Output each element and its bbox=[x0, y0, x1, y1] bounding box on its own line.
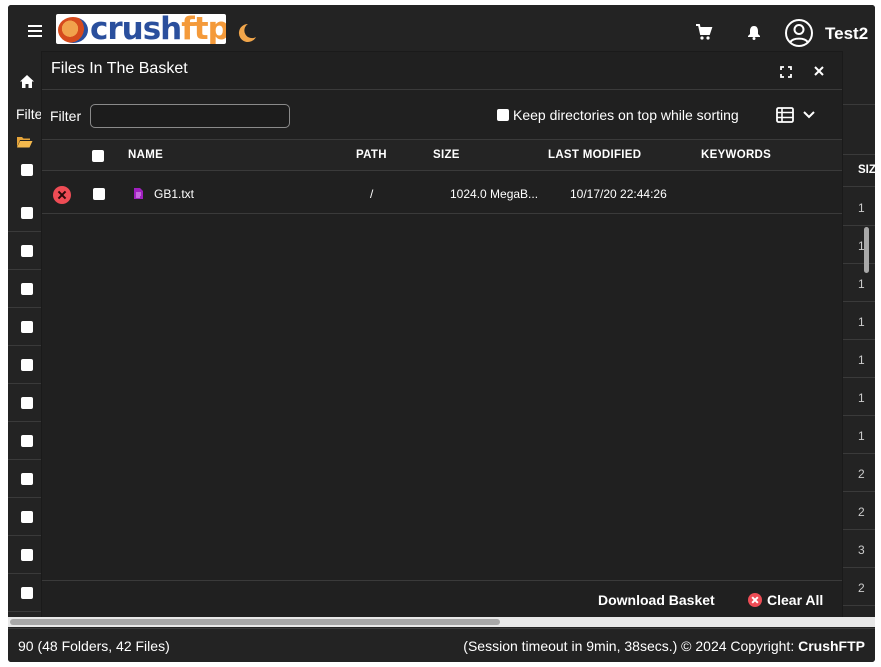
background-size-cell: 2 bbox=[842, 454, 875, 492]
filter-input[interactable] bbox=[90, 104, 290, 128]
vertical-scrollbar-thumb[interactable] bbox=[864, 227, 869, 273]
table-header: NAME PATH SIZE LAST MODIFIED KEYWORDS bbox=[42, 139, 842, 171]
column-name[interactable]: NAME bbox=[128, 149, 163, 161]
background-size-cell: 1 bbox=[842, 416, 875, 454]
background-row bbox=[8, 422, 42, 460]
menu-icon[interactable] bbox=[28, 25, 42, 39]
background-size-cell: 2 bbox=[842, 492, 875, 530]
background-size-cell: 1 bbox=[842, 188, 875, 226]
user-circle-icon[interactable] bbox=[784, 18, 814, 48]
background-row bbox=[8, 536, 42, 574]
background-row bbox=[8, 346, 42, 384]
background-size-header[interactable]: SIZ bbox=[842, 155, 875, 187]
horizontal-scrollbar-thumb[interactable] bbox=[10, 619, 500, 625]
row-checkbox[interactable] bbox=[21, 435, 33, 447]
row-checkbox[interactable] bbox=[21, 207, 33, 219]
view-toggle[interactable] bbox=[776, 107, 820, 128]
row-checkbox[interactable] bbox=[21, 549, 33, 561]
background-size-cell: 2 bbox=[842, 568, 875, 606]
clear-all-label: Clear All bbox=[767, 592, 824, 608]
file-last-modified: 10/17/20 22:44:26 bbox=[570, 187, 667, 201]
bell-icon[interactable] bbox=[747, 25, 761, 40]
table-row[interactable]: GB1.txt / 1024.0 MegaB... 10/17/20 22:44… bbox=[42, 174, 842, 214]
file-name[interactable]: GB1.txt bbox=[154, 187, 194, 201]
logo-fist-icon bbox=[58, 17, 88, 43]
modal-footer: Download Basket Clear All bbox=[42, 580, 842, 620]
file-path: / bbox=[370, 187, 374, 201]
row-checkbox[interactable] bbox=[21, 511, 33, 523]
background-toolbar-edge bbox=[842, 61, 875, 105]
background-size-cell: 1 bbox=[842, 264, 875, 302]
remove-icon[interactable] bbox=[53, 186, 71, 204]
background-size-cell: 1 bbox=[842, 302, 875, 340]
filter-label: Filter bbox=[50, 108, 82, 124]
status-bar: 90 (48 Folders, 42 Files) (Session timeo… bbox=[8, 628, 875, 662]
background-size-cell: 3 bbox=[842, 530, 875, 568]
expand-icon[interactable] bbox=[780, 66, 792, 78]
session-info: (Session timeout in 9min, 38secs.) © 202… bbox=[463, 638, 865, 654]
row-checkbox[interactable] bbox=[93, 188, 105, 200]
keep-directories-label[interactable]: Keep directories on top while sorting bbox=[513, 107, 739, 123]
background-row bbox=[8, 498, 42, 536]
row-checkbox[interactable] bbox=[21, 473, 33, 485]
background-size-cell: 1 bbox=[842, 226, 875, 264]
copyright-brand[interactable]: CrushFTP bbox=[798, 638, 865, 654]
background-row bbox=[8, 232, 42, 270]
file-icon bbox=[134, 188, 143, 199]
select-all-checkbox[interactable] bbox=[92, 150, 104, 162]
background-row bbox=[8, 574, 42, 612]
background-size-cell: 1 bbox=[842, 378, 875, 416]
keep-directories-checkbox[interactable] bbox=[497, 109, 509, 121]
background-filter-label: Filte bbox=[16, 106, 43, 122]
close-icon[interactable] bbox=[814, 66, 824, 76]
background-row bbox=[8, 308, 42, 346]
clear-all-button[interactable]: Clear All bbox=[748, 592, 823, 608]
row-checkbox[interactable] bbox=[21, 321, 33, 333]
folder-icon[interactable] bbox=[16, 135, 33, 148]
home-icon[interactable] bbox=[19, 74, 35, 89]
row-checkbox[interactable] bbox=[21, 283, 33, 295]
background-row bbox=[8, 194, 42, 232]
modal-header: Files In The Basket bbox=[42, 52, 842, 90]
column-size[interactable]: SIZE bbox=[433, 149, 460, 161]
table-view-icon bbox=[776, 107, 815, 123]
background-row bbox=[8, 384, 42, 422]
modal-title: Files In The Basket bbox=[51, 60, 188, 77]
clear-icon bbox=[748, 593, 762, 607]
user-name[interactable]: Test2 bbox=[825, 24, 868, 44]
item-count: 90 (48 Folders, 42 Files) bbox=[18, 638, 170, 654]
row-checkbox[interactable] bbox=[21, 397, 33, 409]
download-basket-button[interactable]: Download Basket bbox=[598, 592, 715, 608]
moon-icon[interactable] bbox=[236, 22, 258, 44]
basket-modal: Files In The Basket Filter Keep director… bbox=[42, 52, 842, 620]
row-checkbox[interactable] bbox=[21, 587, 33, 599]
file-size: 1024.0 MegaB... bbox=[450, 187, 539, 201]
horizontal-scrollbar[interactable] bbox=[8, 617, 875, 627]
background-filter-edge bbox=[842, 105, 875, 155]
row-checkbox[interactable] bbox=[21, 245, 33, 257]
row-checkbox[interactable] bbox=[21, 359, 33, 371]
app-window: crushftp Test2 Filte SIZ 1 1 1 1 1 1 1 2… bbox=[8, 5, 875, 662]
cart-icon[interactable] bbox=[695, 23, 713, 41]
background-select-all-checkbox[interactable] bbox=[21, 164, 33, 176]
logo-wordmark: crushftp bbox=[90, 14, 226, 44]
background-row bbox=[8, 460, 42, 498]
chevron-down-icon bbox=[803, 111, 815, 119]
column-last-modified[interactable]: LAST MODIFIED bbox=[548, 149, 641, 161]
column-keywords[interactable]: KEYWORDS bbox=[701, 149, 771, 161]
crushftp-logo[interactable]: crushftp bbox=[56, 14, 226, 44]
column-path[interactable]: PATH bbox=[356, 149, 387, 161]
background-row bbox=[8, 270, 42, 308]
background-size-cell: 1 bbox=[842, 340, 875, 378]
